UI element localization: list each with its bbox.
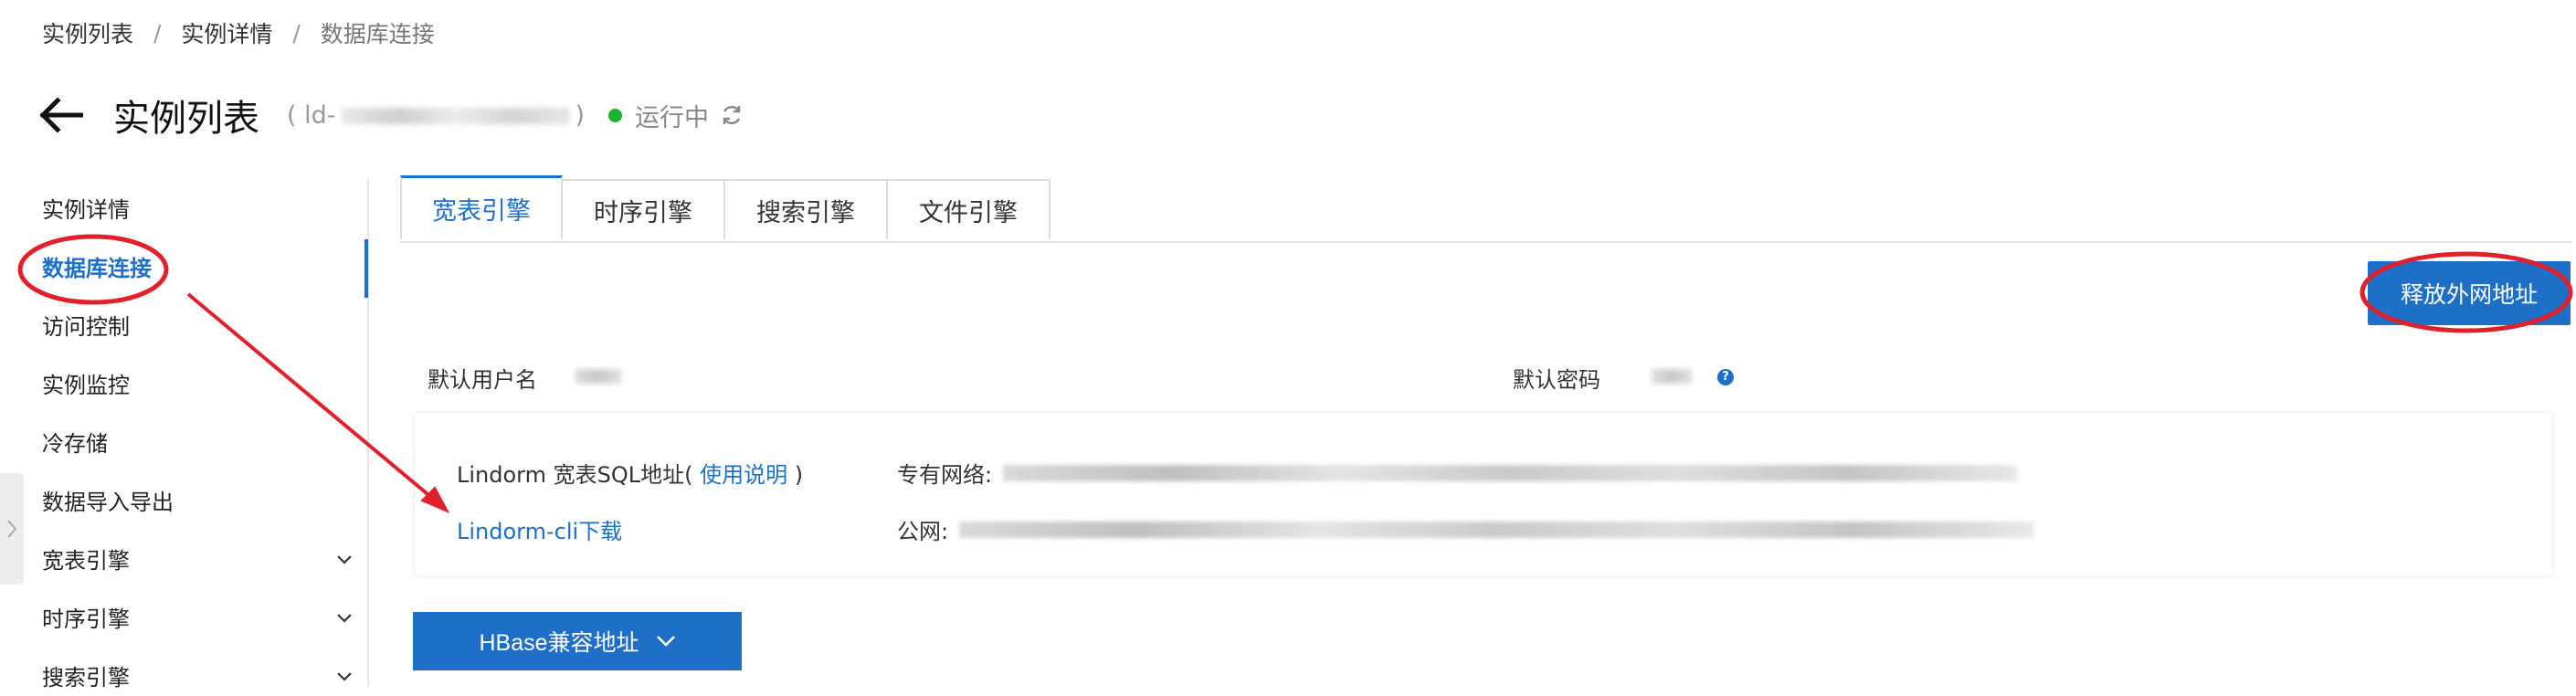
sidebar-item-instance-monitor[interactable]: 实例监控 [42,367,353,404]
breadcrumb-separator: / [292,19,301,47]
chevron-right-icon [7,520,17,538]
breadcrumb-item-current: 数据库连接 [320,21,435,47]
sql-address-title: Lindorm 宽表SQL地址( [457,462,693,488]
sidebar-item-wide-table-engine[interactable]: 宽表引擎 [42,543,353,579]
engine-tabs: 宽表引擎 时序引擎 搜索引擎 文件引擎 [400,175,2572,243]
question-icon[interactable]: ? [1717,369,1734,385]
sidebar-collapse-handle[interactable] [0,473,24,585]
tab-timeseries-engine[interactable]: 时序引擎 [561,179,725,239]
tab-file-engine[interactable]: 文件引擎 [886,179,1050,239]
instance-id-prefix: ( ld- [287,100,336,130]
sidebar-item-access-control[interactable]: 访问控制 [42,309,353,345]
default-password-value [1652,369,1692,384]
breadcrumb-item-instance-detail[interactable]: 实例详情 [181,21,272,47]
sidebar-item-search-engine[interactable]: 搜索引擎 [42,659,353,696]
default-username-value [575,369,621,384]
chevron-down-icon [337,614,352,623]
vpc-label: 专有网络: [897,462,993,488]
usage-guide-link[interactable]: 使用说明 [700,462,787,488]
sidebar-item-import-export[interactable]: 数据导入导出 [42,484,353,521]
page-title: 实例列表 [113,98,259,140]
refresh-icon[interactable] [720,103,744,127]
chevron-down-icon [656,636,675,647]
breadcrumb-separator: / [153,19,162,47]
public-label: 公网: [897,519,949,544]
sidebar-item-cold-storage[interactable]: 冷存储 [42,426,353,462]
instance-id-redacted [341,108,570,124]
vpc-address-row: 专有网络: [897,457,2018,489]
instance-id: ( ld-) [287,101,585,130]
sidebar-active-indicator [364,239,368,298]
vpc-address-redacted [1003,464,2018,481]
sidebar-item-instance-detail[interactable]: 实例详情 [42,192,353,228]
address-card: Lindorm 宽表SQL地址( 使用说明 ) Lindorm-cli下载 专有… [415,413,2552,575]
default-password-label: 默认密码 [1513,367,1600,393]
hbase-button-label: HBase兼容地址 [479,630,639,656]
sidebar-item-db-connection[interactable]: 数据库连接 [42,250,353,287]
default-username-label: 默认用户名 [428,367,537,393]
tab-search-engine[interactable]: 搜索引擎 [723,179,888,239]
release-public-address-button[interactable]: 释放外网地址 [2368,261,2571,325]
page-header: 实例列表 ( ld-) 运行中 [37,88,744,142]
sidebar-item-timeseries-engine[interactable]: 时序引擎 [42,601,353,638]
chevron-down-icon [337,555,352,564]
tab-wide-table-engine[interactable]: 宽表引擎 [400,175,563,239]
breadcrumb: 实例列表 / 实例详情 / 数据库连接 [42,16,435,49]
instance-id-suffix: ) [575,100,586,130]
sql-address-close: ) [794,462,804,488]
breadcrumb-item-instance-list[interactable]: 实例列表 [42,21,133,47]
hbase-compatible-address-button[interactable]: HBase兼容地址 [413,612,742,670]
lindorm-cli-download-link[interactable]: Lindorm-cli下载 [457,513,622,545]
back-arrow-icon[interactable] [37,90,86,140]
sql-address-label: Lindorm 宽表SQL地址( 使用说明 ) [457,457,803,489]
sidebar-item-label: 宽表引擎 [42,548,130,574]
chevron-down-icon [337,672,352,681]
status-dot [608,108,623,122]
sidebar: 实例详情 数据库连接 访问控制 实例监控 冷存储 数据导入导出 宽表引擎 时序引… [0,179,369,691]
status-text: 运行中 [635,103,710,132]
public-address-redacted [959,521,2034,538]
sidebar-item-label: 时序引擎 [42,606,130,632]
public-address-row: 公网: [897,513,2034,545]
